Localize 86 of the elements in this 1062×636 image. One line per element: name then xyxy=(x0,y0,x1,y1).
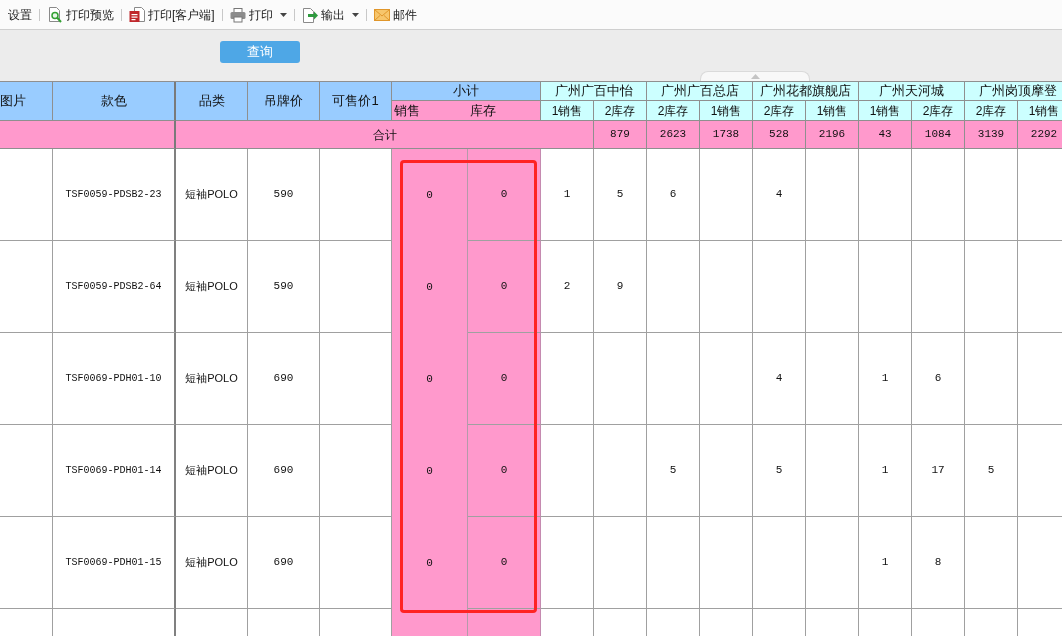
column-header: 2库存 xyxy=(965,101,1018,121)
column-header: 2库存 xyxy=(753,101,806,121)
table-cell: 1 xyxy=(541,149,594,241)
table-cell: 8 xyxy=(912,517,965,609)
column-header: 2库存 xyxy=(647,101,700,121)
table-cell: 0 xyxy=(468,149,541,241)
table-cell: 590 xyxy=(248,149,320,241)
table-cell: 2196 xyxy=(806,121,859,149)
table-cell: 5 xyxy=(647,425,700,517)
column-header: 2库存 xyxy=(594,101,647,121)
toolbar-button[interactable]: 打印预览 xyxy=(46,3,115,26)
column-header: 吊牌价 xyxy=(248,82,320,121)
table-cell: 6 xyxy=(647,149,700,241)
table-cell: 1 xyxy=(859,517,912,609)
column-header: 库存 xyxy=(468,101,541,121)
document-icon xyxy=(129,6,145,23)
column-header: 款色 xyxy=(53,82,176,121)
toolbar-button[interactable]: 输出 xyxy=(300,3,360,26)
collapse-handle[interactable] xyxy=(700,71,810,81)
document-arrow-icon xyxy=(301,6,318,23)
table-cell: 0 xyxy=(468,425,541,517)
table-cell: 2623 xyxy=(647,121,700,149)
table-cell: 17 xyxy=(912,425,965,517)
table-cell: 690 xyxy=(248,517,320,609)
table-cell: TSF0059-PDSB2-64 xyxy=(53,241,176,333)
column-header: 1销售 xyxy=(1018,101,1062,121)
table-cell: 0 xyxy=(392,333,468,425)
column-header: 图片 xyxy=(0,82,53,121)
table-cell: 1 xyxy=(859,425,912,517)
column-header: 可售价1 xyxy=(320,82,392,121)
magnifier-document-icon xyxy=(47,6,63,23)
column-header: 广州岗顶摩登 xyxy=(965,82,1062,101)
table-cell: 6 xyxy=(912,333,965,425)
table-cell: 短袖POLO xyxy=(176,425,248,517)
table-cell: 0 xyxy=(392,241,468,333)
column-header: 1销售 xyxy=(700,101,753,121)
table-cell: 0 xyxy=(468,333,541,425)
column-header: 1销售 xyxy=(859,101,912,121)
printer-icon xyxy=(229,6,246,23)
table-cell: 0 xyxy=(468,517,541,609)
column-header: 1销售 xyxy=(541,101,594,121)
table-cell: 4 xyxy=(753,333,806,425)
column-header: 广州天河城 xyxy=(859,82,965,101)
table-cell: TSF0069-PDH01-10 xyxy=(53,333,176,425)
table-cell: 短袖POLO xyxy=(176,333,248,425)
column-header: 小计 xyxy=(392,82,541,101)
table-cell: 0 xyxy=(392,517,468,609)
envelope-icon xyxy=(373,6,390,23)
table-cell: 1084 xyxy=(912,121,965,149)
table-cell: 1 xyxy=(859,333,912,425)
caret-up-icon xyxy=(750,74,760,79)
table-cell: 短袖POLO xyxy=(176,517,248,609)
column-header: 品类 xyxy=(176,82,248,121)
toolbar-button[interactable]: 打印[客户端] xyxy=(128,3,216,26)
column-header: 1销售 xyxy=(806,101,859,121)
table-cell: 5 xyxy=(965,425,1018,517)
table-cell: 短袖POLO xyxy=(176,149,248,241)
table-cell: 短袖POLO xyxy=(176,241,248,333)
table-cell: TSF0059-PDSB2-23 xyxy=(53,149,176,241)
table-cell: 690 xyxy=(248,333,320,425)
column-header: 广州花都旗舰店 xyxy=(753,82,859,101)
table-cell: 5 xyxy=(594,149,647,241)
table-cell: 43 xyxy=(859,121,912,149)
column-header: 销售 xyxy=(392,101,468,121)
table-cell: 0 xyxy=(392,149,468,241)
table-cell: TSF0069-PDH01-15 xyxy=(53,517,176,609)
toolbar-button[interactable]: 邮件 xyxy=(372,3,418,26)
toolbar-button[interactable]: 打印 xyxy=(228,3,288,26)
table-cell: 3139 xyxy=(965,121,1018,149)
table-cell: 5 xyxy=(753,425,806,517)
table-cell: 9 xyxy=(594,241,647,333)
column-header: 广州广百总店 xyxy=(647,82,753,101)
table-cell: TSF0069-PDH01-14 xyxy=(53,425,176,517)
table-cell: 690 xyxy=(248,425,320,517)
table-cell: 528 xyxy=(753,121,806,149)
table-cell: 2292 xyxy=(1018,121,1062,149)
table-cell: 0 xyxy=(468,241,541,333)
table-cell: 0 xyxy=(392,425,468,517)
table-cell: 4 xyxy=(753,149,806,241)
toolbar-button[interactable]: 设置 xyxy=(7,3,33,26)
table-cell: 879 xyxy=(594,121,647,149)
table-cell: 1738 xyxy=(700,121,753,149)
table-cell: 2 xyxy=(541,241,594,333)
table-cell: 590 xyxy=(248,241,320,333)
column-header: 2库存 xyxy=(912,101,965,121)
column-header: 广州广百中怡 xyxy=(541,82,647,101)
